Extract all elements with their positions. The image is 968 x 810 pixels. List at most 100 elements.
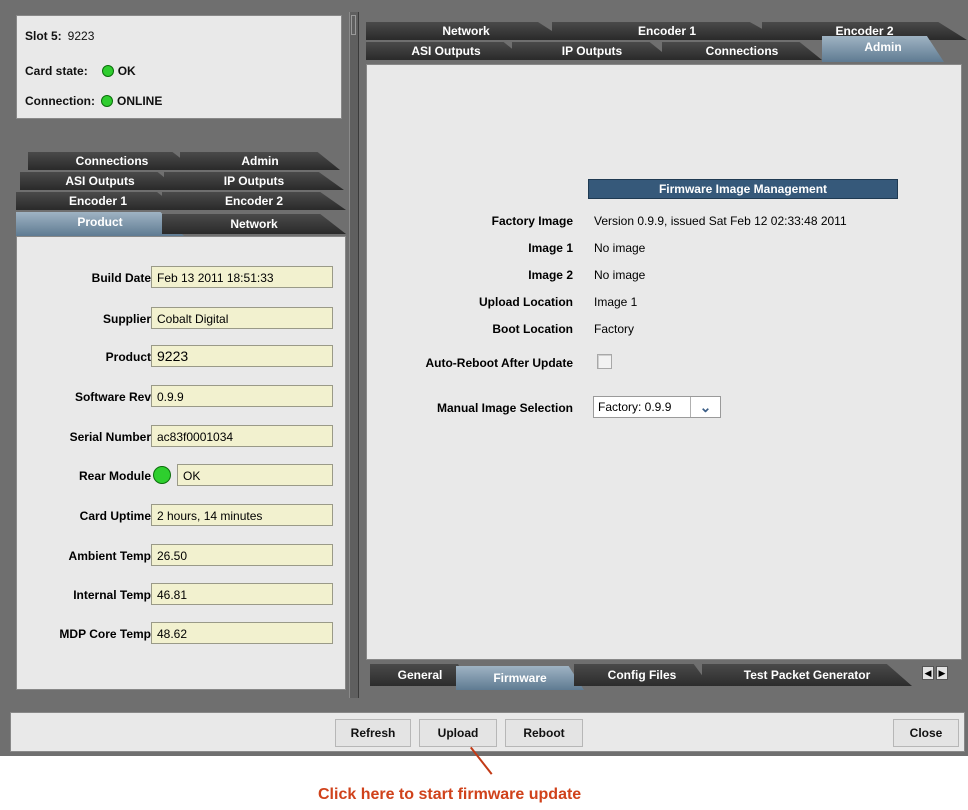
reboot-button[interactable]: Reboot [505, 719, 583, 747]
supplier-row: Supplier Cobalt Digital [17, 307, 347, 331]
ambient-temp-label: Ambient Temp [68, 549, 151, 563]
card-state-led-icon [101, 65, 114, 77]
auto-reboot-checkbox[interactable] [597, 354, 612, 369]
chevron-down-icon[interactable]: ⌄ [690, 397, 720, 417]
slot-row: Slot 5: 9223 [25, 29, 94, 43]
left-tab-strip: Connections Admin ASI Outputs IP Outputs… [12, 148, 346, 238]
rear-module-field: OK [177, 464, 333, 486]
connection-row: Connection: ONLINE [25, 94, 162, 108]
tab-product[interactable]: Product [16, 212, 184, 236]
auto-reboot-row: Auto-Reboot After Update [367, 354, 963, 372]
auto-reboot-label: Auto-Reboot After Update [425, 356, 573, 370]
tab-general[interactable]: General [370, 664, 470, 686]
card-uptime-row: Card Uptime 2 hours, 14 minutes [17, 504, 347, 528]
scroll-left-icon[interactable]: ◀ [922, 666, 934, 680]
tab-admin[interactable]: Admin [180, 152, 340, 170]
image2-label: Image 2 [528, 268, 573, 282]
image2-value: No image [594, 268, 646, 282]
tab-connections[interactable]: Connections [28, 152, 196, 170]
tab-ip-outputs[interactable]: IP Outputs [164, 172, 344, 190]
upload-location-row: Upload Location Image 1 [367, 293, 963, 311]
connection-value: ONLINE [117, 94, 163, 108]
software-rev-field: 0.9.9 [151, 385, 333, 407]
upload-location-label: Upload Location [479, 295, 573, 309]
factory-image-row: Factory Image Version 0.9.9, issued Sat … [367, 212, 963, 230]
build-date-label: Build Date [91, 271, 151, 285]
serial-number-row: Serial Number ac83f0001034 [17, 425, 347, 449]
card-state-row: Card state: OK [25, 64, 136, 78]
card-uptime-label: Card Uptime [79, 509, 151, 523]
close-button[interactable]: Close [893, 719, 959, 747]
supplier-field: Cobalt Digital [151, 307, 333, 329]
connection-led-icon [101, 95, 113, 107]
splitter-grip-icon[interactable] [351, 15, 356, 35]
internal-temp-row: Internal Temp 46.81 [17, 583, 347, 607]
firmware-section-header: Firmware Image Management [588, 179, 898, 199]
boot-location-value: Factory [594, 322, 635, 336]
manual-image-selected: Factory: 0.9.9 [598, 400, 672, 414]
connection-label: Connection: [25, 94, 95, 108]
product-panel: Build Date Feb 13 2011 18:51:33 Supplier… [16, 236, 346, 690]
build-date-field: Feb 13 2011 18:51:33 [151, 266, 333, 288]
tab-asi-outputs[interactable]: ASI Outputs [20, 172, 180, 190]
card-status-box: Slot 5: 9223 Card state: OK Connection: … [16, 15, 342, 119]
internal-temp-label: Internal Temp [73, 588, 151, 602]
card-uptime-field: 2 hours, 14 minutes [151, 504, 333, 526]
tab-network[interactable]: Network [162, 214, 346, 234]
tab-connections-right[interactable]: Connections [662, 42, 822, 60]
card-state-label: Card state: [25, 64, 88, 78]
build-date-row: Build Date Feb 13 2011 18:51:33 [17, 266, 347, 290]
mdp-core-temp-row: MDP Core Temp 48.62 [17, 622, 347, 646]
upload-location-value: Image 1 [594, 295, 638, 309]
mdp-core-temp-label: MDP Core Temp [59, 627, 151, 641]
rear-module-label: Rear Module [78, 469, 151, 483]
product-label: Product [105, 350, 151, 364]
serial-number-field: ac83f0001034 [151, 425, 333, 447]
card-state-value: OK [117, 64, 136, 78]
tab-ip-outputs-right[interactable]: IP Outputs [512, 42, 672, 60]
tab-admin-right[interactable]: Admin [822, 36, 944, 62]
tab-network-right[interactable]: Network [366, 22, 566, 40]
refresh-button[interactable]: Refresh [335, 719, 411, 747]
tab-scroll-buttons: ◀ ▶ [922, 666, 948, 680]
ambient-temp-field: 26.50 [151, 544, 333, 566]
rear-module-row: Rear Module OK [17, 464, 347, 488]
software-rev-label: Software Rev [74, 390, 151, 404]
image1-label: Image 1 [528, 241, 573, 255]
image1-row: Image 1 No image [367, 239, 963, 257]
supplier-label: Supplier [102, 312, 151, 326]
serial-number-label: Serial Number [69, 430, 151, 444]
right-tab-strip: Network Encoder 1 Encoder 2 ASI Outputs … [362, 10, 967, 64]
tab-test-packet-generator[interactable]: Test Packet Generator [702, 664, 912, 686]
software-rev-row: Software Rev 0.9.9 [17, 385, 347, 409]
callout-text: Click here to start firmware update [318, 786, 582, 803]
tab-encoder-1-right[interactable]: Encoder 1 [552, 22, 782, 40]
scroll-right-icon[interactable]: ▶ [936, 666, 948, 680]
ambient-temp-row: Ambient Temp 26.50 [17, 544, 347, 568]
tab-encoder-2[interactable]: Encoder 2 [162, 192, 346, 210]
bottom-tab-strip: General Firmware Config Files Test Packe… [366, 660, 966, 690]
tab-firmware[interactable]: Firmware [456, 666, 584, 690]
tab-asi-outputs-right[interactable]: ASI Outputs [366, 42, 526, 60]
product-field: 9223 [151, 345, 333, 367]
rear-module-led-icon [153, 466, 171, 484]
factory-image-label: Factory Image [491, 214, 573, 228]
image2-row: Image 2 No image [367, 266, 963, 284]
upload-button[interactable]: Upload [419, 719, 497, 747]
product-row: Product 9223 [17, 345, 347, 369]
panel-splitter[interactable] [349, 12, 359, 698]
internal-temp-field: 46.81 [151, 583, 333, 605]
boot-location-row: Boot Location Factory [367, 320, 963, 338]
bottom-button-bar: Refresh Upload Reboot Close [10, 712, 965, 752]
tab-config-files[interactable]: Config Files [574, 664, 710, 686]
slot-value: 9223 [67, 29, 95, 43]
tab-encoder-1[interactable]: Encoder 1 [16, 192, 180, 210]
boot-location-label: Boot Location [492, 322, 573, 336]
firmware-panel: Firmware Image Management Factory Image … [366, 64, 962, 660]
mdp-core-temp-field: 48.62 [151, 622, 333, 644]
manual-image-select[interactable]: Factory: 0.9.9 ⌄ [593, 396, 721, 418]
slot-label: Slot 5: [25, 29, 62, 43]
image1-value: No image [594, 241, 646, 255]
manual-image-label: Manual Image Selection [436, 401, 573, 415]
factory-image-value: Version 0.9.9, issued Sat Feb 12 02:33:4… [594, 214, 847, 228]
